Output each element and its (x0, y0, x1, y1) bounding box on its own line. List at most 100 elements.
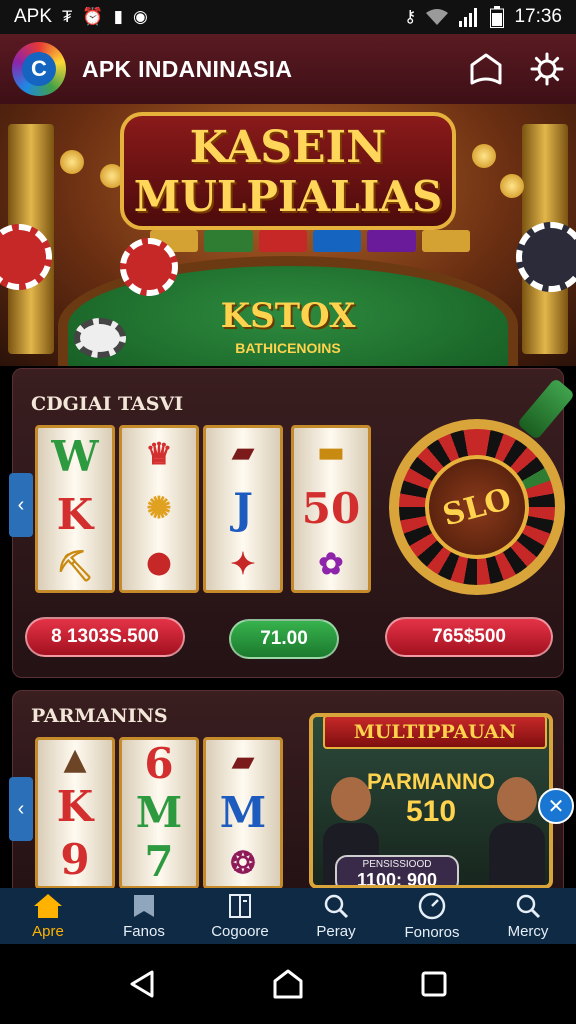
status-right: ⚷ 17:36 (404, 6, 562, 28)
recents-icon[interactable] (420, 970, 448, 998)
settings-gear-icon[interactable] (530, 52, 564, 86)
bet-pill-left[interactable]: 8 1303S.500 (25, 617, 185, 657)
roulette-wheel[interactable]: SLO (389, 419, 565, 595)
home-outline-icon[interactable] (468, 51, 504, 87)
notification-icon: ₮ (62, 7, 73, 26)
nav-label: Peray (316, 922, 356, 940)
section-title: CDGIAI TASVI (31, 393, 184, 415)
reel-symbol: M (219, 787, 267, 837)
nav-item-fonoros[interactable]: Fonoros (384, 888, 480, 944)
slot-reel: ▰ J ✦ (203, 425, 283, 593)
nav-item-cogoore[interactable]: Cogoore (192, 888, 288, 944)
slot-reel: 6 M 7 (119, 737, 199, 889)
treasure-chest-icon: ▰ (231, 744, 255, 780)
nav-item-mercy[interactable]: Mercy (480, 888, 576, 944)
book-icon (229, 893, 251, 918)
nav-label: Fanos (123, 922, 165, 940)
reel-symbol: M (135, 787, 183, 837)
promo-label-value: 1100: 900 (356, 870, 438, 889)
promo-number: 510 (405, 795, 457, 828)
horn-icon: ✦ (230, 547, 256, 582)
reel-symbol: 6 (144, 739, 174, 789)
bookmark-icon (134, 894, 154, 917)
nav-item-fanos[interactable]: Fanos (96, 888, 192, 944)
reel-symbol: 9 (60, 834, 90, 884)
table-title: KSTOX (220, 296, 356, 336)
signal-icon (459, 8, 478, 27)
promo-label: PENSISSIOOD 1100: 900 (335, 855, 459, 889)
slot-reel: ♛ ✺ ● (119, 425, 199, 593)
status-time: 17:36 (514, 6, 562, 27)
chip-stack (312, 230, 362, 252)
bet-pill-right[interactable]: 765$500 (385, 617, 553, 657)
app-bar: C APK INDANINASIA (0, 34, 576, 104)
casino-chip-icon (120, 238, 178, 296)
slot-reel: ▲ K 9 (35, 737, 115, 889)
slot-reel: ▬ 50 ✿ (291, 425, 371, 593)
hero-title-line2: MULPIALIAS (133, 172, 443, 221)
app-logo-mark: C (22, 52, 56, 86)
reel-symbol: 50 (301, 484, 361, 533)
gold-hat-icon: ▬ (316, 435, 346, 470)
search-icon (516, 894, 541, 918)
nav-item-apre[interactable]: Apre (0, 888, 96, 944)
chip-stack (204, 230, 253, 252)
nav-label: Cogoore (211, 922, 269, 940)
home-icon[interactable] (272, 968, 304, 1000)
battery-icon (490, 6, 505, 28)
wifi-icon (426, 9, 449, 25)
status-bar: APK ₮ ⏰ ▮ ◉ ⚷ 17:36 (0, 0, 576, 34)
red-gem-icon: ● (145, 545, 173, 580)
golden-pot-icon: ⛏ (55, 549, 95, 584)
record-icon: ◉ (132, 7, 148, 26)
reel-symbol: K (56, 490, 94, 539)
nav-label: Apre (32, 922, 64, 940)
gold-coin-icon (472, 144, 496, 168)
carousel-prev-button[interactable]: ‹ (9, 473, 33, 537)
jester-hat-icon: ♛ (145, 437, 173, 472)
section-title: PARMANINS (31, 705, 168, 727)
section-promotions: PARMANINS ‹ ▲ K 9 6 M 7 ▰ M ❂ MULTIPPAUA… (9, 690, 564, 890)
key-icon: ⚷ (404, 7, 417, 26)
gold-coin-icon (60, 150, 84, 174)
alarm-icon: ⏰ (82, 7, 104, 26)
promo-card[interactable]: MULTIPPAUAN PARMANNO 510 PENSISSIOOD 110… (309, 713, 553, 889)
hero-title-line1: KASEIN (189, 122, 387, 173)
close-icon[interactable]: ✕ (538, 788, 574, 824)
roulette-center-label: SLO (413, 443, 541, 571)
bottom-nav: Apre Fanos Cogoore Peray Fonoros Mercy (0, 888, 576, 944)
gold-coin-icon (500, 174, 524, 198)
status-left: APK ₮ ⏰ ▮ ◉ (14, 6, 148, 28)
promo-label-top: PENSISSIOOD (362, 859, 432, 870)
cowboy-hat-icon: ▲ (63, 742, 87, 778)
home-icon (34, 893, 62, 918)
nav-label: Mercy (507, 922, 549, 940)
system-nav-bar (0, 944, 576, 1024)
app-title: APK INDANINASIA (82, 55, 293, 82)
reel-symbol: J (233, 484, 253, 533)
carousel-prev-button[interactable]: ‹ (9, 777, 33, 841)
candy-icon: ✿ (318, 547, 344, 582)
promo-name: PARMANNO (367, 769, 495, 794)
status-app-label: APK (14, 6, 53, 27)
magnifier-handle (516, 377, 576, 441)
search-icon (324, 894, 349, 918)
section-featured-slots: CDGIAI TASVI ‹ W K ⛏ ♛ ✺ ● ▰ J ✦ ▬ 50 ✿ … (9, 368, 576, 678)
casino-chip-icon (74, 318, 126, 358)
horn-icon: ❂ (230, 845, 256, 881)
hero-banner[interactable]: KASEIN MULPIALIAS KSTOX BATHICENOINS (0, 104, 576, 366)
battery-saver-icon: ▮ (113, 7, 123, 26)
promo-banner: MULTIPPAUAN (323, 717, 547, 749)
table-subtitle: BATHICENOINS (235, 340, 341, 356)
reel-symbol: 7 (144, 836, 174, 886)
chip-stack (421, 230, 470, 252)
app-logo[interactable]: C (12, 42, 66, 96)
back-icon[interactable] (128, 969, 156, 999)
nav-item-peray[interactable]: Peray (288, 888, 384, 944)
chip-stack (258, 230, 307, 252)
treasure-chest-icon: ▰ (231, 435, 255, 470)
bet-pill-center[interactable]: 71.00 (229, 619, 339, 659)
slot-reel: W K ⛏ (35, 425, 115, 593)
reel-symbol: W (51, 432, 99, 481)
slot-reel: ▰ M ❂ (203, 737, 283, 889)
